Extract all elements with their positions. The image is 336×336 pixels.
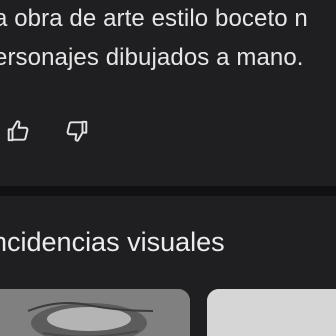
thumbs-up-button[interactable]	[4, 116, 34, 146]
visual-match-thumbnail[interactable]	[0, 289, 190, 336]
ai-description-line-2: ersonajes dibujados a mano.	[0, 44, 304, 71]
thumbs-up-icon	[7, 120, 29, 142]
sketch-preview-image	[0, 289, 190, 336]
visual-matches-heading: ncidencias visuales	[0, 227, 225, 257]
visual-match-thumbnail[interactable]	[207, 289, 336, 336]
thumbs-down-button[interactable]	[61, 116, 91, 146]
thumbs-down-icon	[66, 120, 88, 142]
section-divider	[0, 186, 336, 196]
ai-description-line-1: a obra de arte estilo boceto n	[0, 5, 308, 32]
google-lens-results-panel: a obra de arte estilo boceto n ersonajes…	[0, 0, 336, 336]
sketch-preview-image	[207, 289, 336, 336]
